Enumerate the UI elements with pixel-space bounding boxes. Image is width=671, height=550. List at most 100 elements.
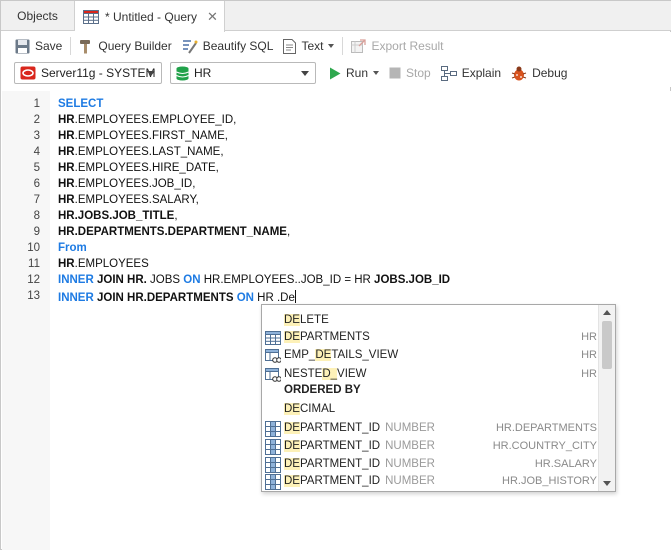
main-toolbar: Save Query Builder Beautify SQL Text Exp… (1, 32, 671, 60)
code-line: INNER JOIN HR. JOBS ON HR.EMPLOYEES..JOB… (58, 274, 450, 286)
column-icon (265, 457, 281, 473)
code-line: From (58, 242, 87, 254)
export-icon (351, 38, 367, 54)
save-label: Save (35, 39, 63, 53)
code-line: HR.DEPARTMENTS.DEPARTMENT_NAME, (58, 226, 290, 238)
code-line: HR.JOBS.JOB_TITLE, (58, 210, 178, 222)
line-number: 13 (27, 290, 40, 302)
autocomplete-item-type: NUMBER (385, 422, 435, 434)
oracle-icon (20, 66, 36, 80)
code-line: SELECT (58, 98, 103, 110)
autocomplete-item[interactable]: DEPARTMENT_ID NUMBER HR.DEPARTMENTS (262, 420, 599, 438)
scroll-up-icon[interactable] (603, 310, 611, 315)
run-button[interactable]: Run (324, 61, 384, 85)
beautify-icon (182, 39, 198, 54)
table-icon (265, 330, 281, 346)
document-icon (283, 38, 297, 54)
autocomplete-item[interactable]: DEPARTMENT_ID NUMBER HR.SALARY (262, 456, 599, 474)
column-icon (265, 439, 281, 455)
line-number: 11 (28, 258, 40, 270)
sql-keyword: JOIN (96, 292, 124, 304)
stop-label: Stop (406, 66, 431, 80)
connection-toolbar: Server11g - SYSTEM HR Run Stop Explain D… (1, 59, 671, 87)
autocomplete-item[interactable]: DECIMAL (262, 401, 599, 419)
view-icon (265, 367, 282, 383)
code-line: HR.EMPLOYEES.FIRST_NAME, (58, 130, 228, 142)
server-select-value: Server11g - SYSTEM (41, 66, 156, 80)
column-icon (265, 421, 281, 437)
save-button[interactable]: Save (10, 34, 67, 58)
autocomplete-item[interactable]: DEPARTMENT_ID NUMBER HR.JOB_HISTORY (262, 473, 599, 491)
tab-query[interactable]: * Untitled - Query ✕ (75, 1, 225, 32)
line-number: 2 (33, 114, 40, 126)
tab-bar: Objects * Untitled - Query ✕ (1, 1, 671, 32)
sql-keyword: SELECT (58, 98, 104, 110)
text-button[interactable]: Text (278, 34, 339, 58)
app-window: Objects * Untitled - Query ✕ Save Query … (0, 0, 671, 550)
code-line: HR.EMPLOYEES.EMPLOYEE_ID, (58, 114, 236, 126)
autocomplete-item[interactable]: DELETE (262, 312, 599, 330)
toolbar-divider (342, 37, 344, 55)
code-line: HR.EMPLOYEES.JOB_ID, (58, 178, 195, 190)
autocomplete-item-owner: HR (581, 331, 597, 343)
text-cursor (294, 290, 296, 303)
server-select[interactable]: Server11g - SYSTEM (14, 62, 162, 84)
tab-objects[interactable]: Objects (1, 1, 75, 31)
sql-keyword: INNER (58, 292, 94, 304)
autocomplete-item[interactable]: DEPARTMENT_ID NUMBER HR.COUNTRY_CITY (262, 438, 599, 456)
line-number-gutter: 1 2 3 4 5 6 7 8 9 10 11 12 13 (2, 91, 50, 550)
sql-keyword: INNER (58, 274, 94, 286)
table-token: HR.DEPARTMENTS (127, 292, 234, 304)
schema-select[interactable]: HR (170, 62, 316, 84)
table-token: JOBS (146, 274, 184, 286)
autocomplete-item-label: DELETE (284, 314, 329, 326)
line-number: 6 (33, 178, 40, 190)
schema-token: HR (58, 178, 75, 190)
autocomplete-item-owner: HR.JOB_HISTORY (502, 475, 597, 487)
explain-label: Explain (461, 66, 502, 80)
beautify-sql-button[interactable]: Beautify SQL (177, 34, 279, 58)
hammer-icon (79, 39, 93, 54)
punctuation-token: , (286, 226, 291, 238)
beautify-sql-label: Beautify SQL (202, 39, 274, 53)
explain-button[interactable]: Explain (436, 61, 506, 85)
schema-token: HR (58, 194, 75, 206)
line-number: 3 (33, 130, 40, 142)
autocomplete-item[interactable]: ORDERED BY (262, 382, 599, 400)
autocomplete-item[interactable]: DEPARTMENTS HR (262, 329, 599, 347)
column-token: HR.JOBS.JOB_TITLE (58, 210, 175, 222)
autocomplete-item-label: EMP_DETAILS_VIEW (284, 349, 399, 361)
save-icon (15, 39, 30, 54)
autocomplete-item-label: DEPARTMENT_ID NUMBER (284, 440, 435, 452)
schema-token: HR (58, 130, 75, 142)
sql-keyword: JOIN (96, 274, 124, 286)
query-builder-button[interactable]: Query Builder (74, 34, 176, 58)
bug-icon (511, 66, 527, 81)
export-result-button[interactable]: Export Result (346, 34, 448, 58)
autocomplete-item-owner: HR (581, 349, 597, 361)
scroll-down-icon[interactable] (603, 481, 611, 486)
column-token: HR.EMPLOYEES..JOB_ID = HR (200, 274, 375, 286)
stop-button[interactable]: Stop (384, 61, 436, 85)
column-token: .EMPLOYEES.JOB_ID, (74, 178, 196, 190)
autocomplete-popup: DELETE DEPARTMENTS HR EMP_DETAILS_VIEW HR NES… (261, 304, 616, 492)
debug-button[interactable]: Debug (506, 61, 572, 85)
query-builder-label: Query Builder (98, 39, 172, 53)
code-line: HR.EMPLOYEES.SALARY, (58, 194, 199, 206)
autocomplete-item-label: NESTED_VIEW (284, 368, 367, 380)
autocomplete-scrollbar[interactable] (598, 305, 615, 491)
scroll-thumb[interactable] (602, 321, 612, 369)
autocomplete-item[interactable]: EMP_DETAILS_VIEW HR (262, 347, 599, 365)
column-token: JOBS.JOB_ID (374, 274, 451, 286)
autocomplete-item-label: DEPARTMENT_ID NUMBER (284, 475, 435, 487)
line-number: 10 (27, 242, 40, 254)
column-token: HR.DEPARTMENTS.DEPARTMENT_NAME (58, 226, 287, 238)
autocomplete-item-label: DEPARTMENT_ID NUMBER (284, 458, 435, 470)
code-line: HR.EMPLOYEES (58, 258, 149, 270)
sql-keyword: ON (236, 292, 254, 304)
play-icon (329, 67, 341, 80)
chevron-down-icon (373, 71, 380, 75)
tab-objects-label: Objects (17, 9, 58, 23)
query-grid-icon (83, 9, 99, 24)
close-icon[interactable]: ✕ (207, 9, 218, 25)
